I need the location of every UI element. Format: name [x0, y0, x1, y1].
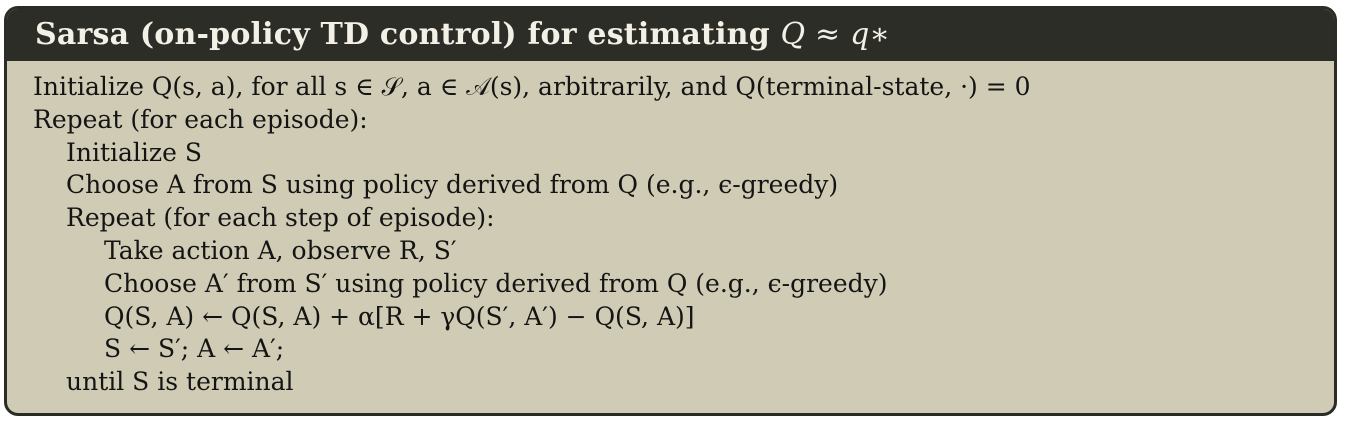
- algorithm-line-choose-a-prime: Choose A′ from S′ using policy derived f…: [104, 268, 888, 298]
- algorithm-title-math: Q ≈ q∗: [780, 17, 891, 52]
- algorithm-line-repeat-step: Repeat (for each step of episode):: [66, 203, 495, 233]
- algorithm-title: Sarsa (on-policy TD control) for estimat…: [7, 9, 1334, 61]
- algorithm-title-text: Sarsa (on-policy TD control) for estimat…: [35, 17, 781, 52]
- algorithm-line-take-action: Take action A, observe R, S′: [104, 235, 457, 265]
- algorithm-line-choose-a: Choose A from S using policy derived fro…: [66, 170, 839, 200]
- algorithm-line-until-terminal: until S is terminal: [66, 367, 294, 397]
- algorithm-line-repeat-episode: Repeat (for each episode):: [33, 104, 368, 134]
- algorithm-line-initialize-q: Initialize Q(s, a), for all s ∈ 𝒮, a ∈ 𝒜…: [33, 72, 1031, 101]
- algorithm-body: Initialize Q(s, a), for all s ∈ 𝒮, a ∈ 𝒜…: [7, 61, 1334, 399]
- algorithm-line-initialize-s: Initialize S: [66, 137, 202, 167]
- algorithm-line-assign-next: S ← S′; A ← A′;: [104, 334, 285, 364]
- algorithm-box: Sarsa (on-policy TD control) for estimat…: [4, 6, 1337, 416]
- algorithm-line-update-rule: Q(S, A) ← Q(S, A) + α[R + γQ(S′, A′) − Q…: [104, 301, 695, 331]
